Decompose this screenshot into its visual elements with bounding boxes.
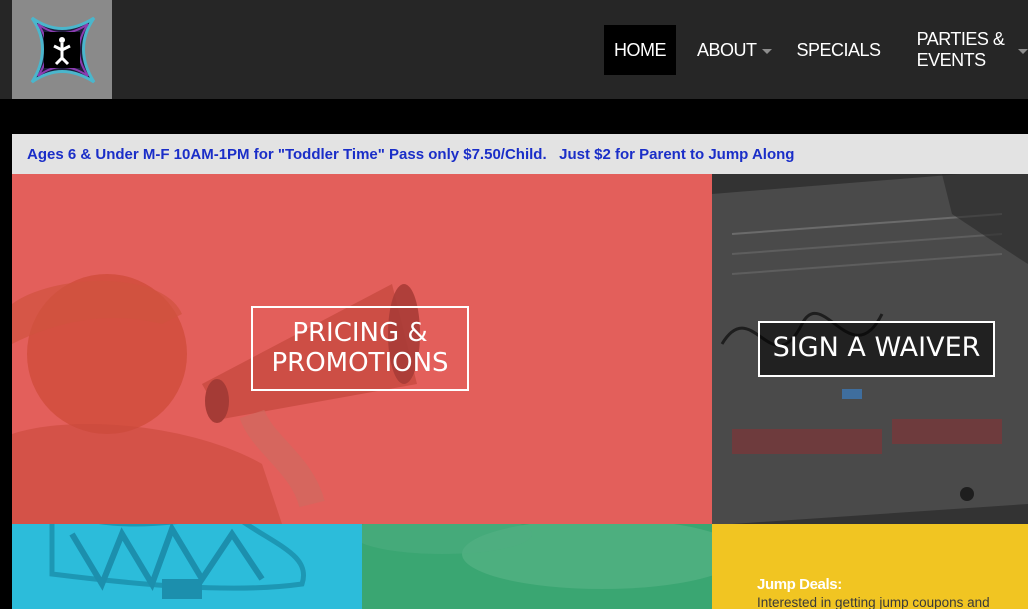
announcement-spacer — [547, 146, 560, 163]
nav-about-label: ABOUT — [697, 39, 757, 60]
pricing-line-2: PROMOTIONS — [271, 348, 449, 378]
site-logo[interactable] — [12, 0, 112, 99]
pricing-tile[interactable]: PRICING & PROMOTIONS — [12, 174, 712, 524]
caret-down-icon — [1018, 49, 1028, 54]
nav-parties-events[interactable]: PARTIES & EVENTS — [917, 25, 1028, 75]
nav-about[interactable]: ABOUT — [697, 25, 772, 75]
nav-home[interactable]: HOME — [604, 25, 676, 75]
caret-down-icon — [761, 49, 772, 54]
sky-background-image — [362, 524, 712, 589]
nav-specials-label: SPECIALS — [796, 39, 882, 60]
sign-waiver-button[interactable]: SIGN A WAIVER — [758, 321, 995, 377]
altitude-graffiti-logo — [49, 524, 306, 599]
top-navbar: HOME ABOUT SPECIALS PARTIES & EVENTS — [0, 0, 1028, 99]
main-nav: HOME ABOUT SPECIALS PARTIES & EVENTS — [604, 25, 1028, 75]
jump-deals-title: Jump Deals: — [757, 576, 842, 593]
waiver-tile[interactable]: SIGN A WAIVER — [712, 174, 1028, 524]
altitude-logo-icon — [30, 16, 96, 84]
pricing-promotions-button[interactable]: PRICING & PROMOTIONS — [251, 306, 469, 391]
jump-deals-tile[interactable]: Jump Deals: Interested in getting jump c… — [712, 524, 1028, 609]
jump-deals-text: Interested in getting jump coupons and — [757, 595, 990, 609]
announcement-text-2: Just $2 for Parent to Jump Along — [559, 145, 795, 163]
green-promo-tile[interactable] — [362, 524, 712, 609]
nav-parties-label: PARTIES & EVENTS — [916, 29, 1005, 70]
nav-home-label: HOME — [614, 39, 667, 60]
pricing-line-1: PRICING & — [292, 318, 428, 348]
sign-waiver-label: SIGN A WAIVER — [772, 332, 981, 363]
announcement-text-1: Ages 6 & Under M-F 10AM-1PM for "Toddler… — [27, 145, 547, 163]
announcement-bar: Ages 6 & Under M-F 10AM-1PM for "Toddler… — [12, 134, 1028, 174]
altitude-tile[interactable] — [12, 524, 362, 609]
nav-specials[interactable]: SPECIALS — [796, 25, 882, 75]
